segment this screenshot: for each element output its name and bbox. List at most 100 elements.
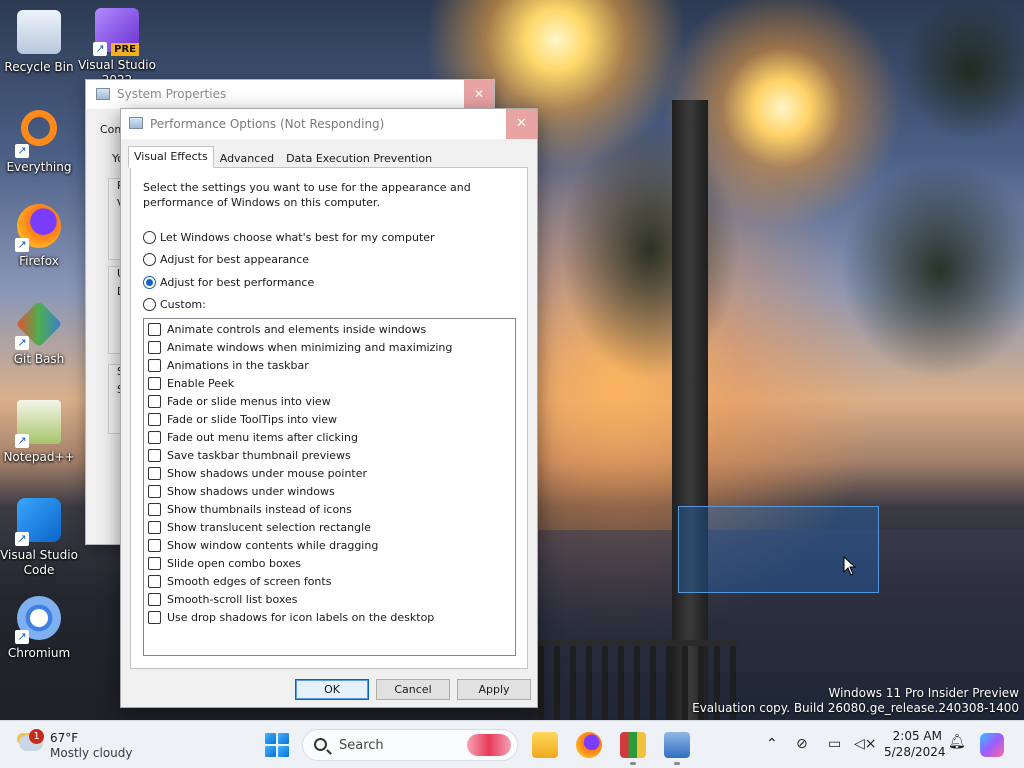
list-item[interactable]: Fade or slide menus into view <box>148 392 331 410</box>
file-explorer-taskbar-icon[interactable] <box>532 732 558 758</box>
desktop-icon-label: Firefox <box>19 254 59 268</box>
list-item[interactable]: Smooth-scroll list boxes <box>148 590 298 608</box>
ok-button[interactable]: OK <box>295 679 369 700</box>
checkbox-label: Animate controls and elements inside win… <box>167 322 427 336</box>
taskbar-search-box[interactable]: Search <box>302 729 518 761</box>
radio-option[interactable]: Adjust for best performance <box>143 274 314 290</box>
checkbox[interactable] <box>148 394 161 408</box>
checkbox[interactable] <box>148 340 161 354</box>
checkbox[interactable] <box>148 520 161 534</box>
list-item[interactable]: Smooth edges of screen fonts <box>148 572 331 590</box>
visual-effects-checkbox-list[interactable]: Animate controls and elements inside win… <box>143 318 516 656</box>
radio-option-label: Adjust for best performance <box>160 275 315 289</box>
checkbox[interactable] <box>148 466 161 480</box>
winrar-taskbar-icon[interactable] <box>620 732 646 765</box>
notification-bell-icon[interactable]: 🔔︎ <box>948 734 966 750</box>
list-item[interactable]: Show thumbnails instead of icons <box>148 500 352 518</box>
firefox-icon: ↗ <box>15 204 63 252</box>
checkbox[interactable] <box>148 484 161 498</box>
list-item[interactable]: Show window contents while dragging <box>148 536 378 554</box>
system-properties-title: System Properties <box>117 87 227 101</box>
radio-option-label: Adjust for best appearance <box>160 253 310 266</box>
performance-options-dialog[interactable]: Performance Options (Not Responding) ✕ V… <box>120 108 538 708</box>
checkbox-label: Fade or slide menus into view <box>167 394 331 408</box>
visual-studio-code-icon: ↗ <box>15 498 63 546</box>
list-item[interactable]: Show shadows under mouse pointer <box>148 464 367 482</box>
clock-time: 2:05 AM <box>892 729 942 743</box>
apply-button[interactable]: Apply <box>457 679 531 700</box>
system-properties-close-button[interactable]: ✕ <box>464 80 494 109</box>
start-button[interactable] <box>265 733 289 757</box>
checkbox[interactable] <box>148 574 161 588</box>
list-item[interactable]: Show shadows under windows <box>148 482 335 500</box>
system-properties-titlebar[interactable]: System Properties ✕ <box>86 80 494 109</box>
close-icon: ✕ <box>473 87 485 101</box>
performance-options-app-icon <box>129 117 143 129</box>
radio-unselected-icon[interactable] <box>143 230 156 244</box>
tab-visual-effects[interactable]: Visual Effects <box>128 146 214 168</box>
shortcut-arrow-icon: ↗ <box>15 630 29 644</box>
cancel-button[interactable]: Cancel <box>376 679 450 700</box>
checkbox[interactable] <box>148 430 161 444</box>
weather-widget[interactable]: 1 67°F Mostly cloudy <box>15 729 135 761</box>
chevron-up-icon[interactable]: ⌃ <box>766 736 778 752</box>
checkbox[interactable] <box>148 538 161 552</box>
radio-unselected-icon[interactable] <box>143 253 156 266</box>
shortcut-arrow-icon: ↗ <box>15 434 29 448</box>
everything-icon: ↗ <box>15 110 63 158</box>
desktop-icon-visual-studio-code[interactable]: ↗ Visual Studio Code <box>0 498 78 578</box>
wallpaper-tree <box>560 120 740 380</box>
desktop-icon-recycle-bin[interactable]: Recycle Bin <box>0 10 78 75</box>
radio-option[interactable]: Custom: <box>143 297 206 313</box>
list-item[interactable]: Save taskbar thumbnail previews <box>148 446 351 464</box>
desktop-icon-visual-studio-2022-preview[interactable]: PRE↗Visual Studio 2022 Preview <box>78 8 156 88</box>
checkbox[interactable] <box>148 592 161 606</box>
list-item[interactable]: Animate controls and elements inside win… <box>148 320 426 338</box>
display-icon[interactable]: ▭ <box>828 736 841 752</box>
watermark-line-1: Windows 11 Pro Insider Preview <box>828 686 1019 700</box>
performance-options-titlebar[interactable]: Performance Options (Not Responding) ✕ <box>121 109 537 139</box>
performance-options-close-button[interactable]: ✕ <box>506 109 537 139</box>
radio-option[interactable]: Adjust for best appearance <box>143 252 309 268</box>
everything-glyph <box>21 110 57 146</box>
radio-unselected-icon[interactable] <box>143 298 156 311</box>
list-item[interactable]: Fade out menu items after clicking <box>148 428 358 446</box>
desktop-icon-firefox[interactable]: ↗ Firefox <box>0 204 78 269</box>
checkbox[interactable] <box>148 556 161 570</box>
network-off-icon[interactable]: ⊘ <box>796 736 808 752</box>
tab-advanced[interactable]: Advanced <box>214 148 280 168</box>
list-item[interactable]: Slide open combo boxes <box>148 554 301 572</box>
list-item[interactable]: Show translucent selection rectangle <box>148 518 371 536</box>
checkbox[interactable] <box>148 412 161 426</box>
checkbox[interactable] <box>148 610 161 624</box>
remote-desktop-taskbar-icon[interactable] <box>664 732 690 765</box>
checkbox[interactable] <box>148 322 161 336</box>
list-item[interactable]: Fade or slide ToolTips into view <box>148 410 337 428</box>
list-item[interactable]: Use drop shadows for icon labels on the … <box>148 608 434 626</box>
system-properties-app-icon <box>96 88 110 100</box>
list-item[interactable]: Animations in the taskbar <box>148 356 309 374</box>
desktop-icon-notepad-plus-plus[interactable]: ↗ Notepad++ <box>0 400 78 465</box>
tab-strip: Visual Effects Advanced Data Execution P… <box>128 146 438 168</box>
tab-data-execution-prevention[interactable]: Data Execution Prevention <box>280 148 438 168</box>
windows-logo-icon <box>265 746 276 757</box>
list-item[interactable]: Enable Peek <box>148 374 234 392</box>
checkbox[interactable] <box>148 448 161 462</box>
desktop-icon-everything[interactable]: ↗ Everything <box>0 106 78 175</box>
radio-option[interactable]: Let Windows choose what's best for my co… <box>143 229 435 245</box>
desktop-icon-git-bash[interactable]: ↗ Git Bash <box>0 300 78 367</box>
running-indicator <box>674 762 680 765</box>
copilot-preview-icon[interactable] <box>980 733 1004 757</box>
checkbox[interactable] <box>148 376 161 390</box>
taskbar-clock[interactable]: 2:05 AM 5/28/2024 <box>884 728 946 760</box>
radio-selected-icon[interactable] <box>143 275 156 289</box>
checkbox[interactable] <box>148 502 161 516</box>
list-item[interactable]: Animate windows when minimizing and maxi… <box>148 338 452 356</box>
recycle-bin-glyph <box>17 10 61 54</box>
checkbox-label: Fade out menu items after clicking <box>167 430 358 444</box>
desktop-icon-chromium[interactable]: ↗ Chromium <box>0 596 78 661</box>
performance-options-title: Performance Options (Not Responding) <box>150 117 385 131</box>
firefox-taskbar-icon[interactable] <box>576 732 602 758</box>
checkbox[interactable] <box>148 358 161 372</box>
volume-muted-icon[interactable]: ◁× <box>854 736 877 752</box>
